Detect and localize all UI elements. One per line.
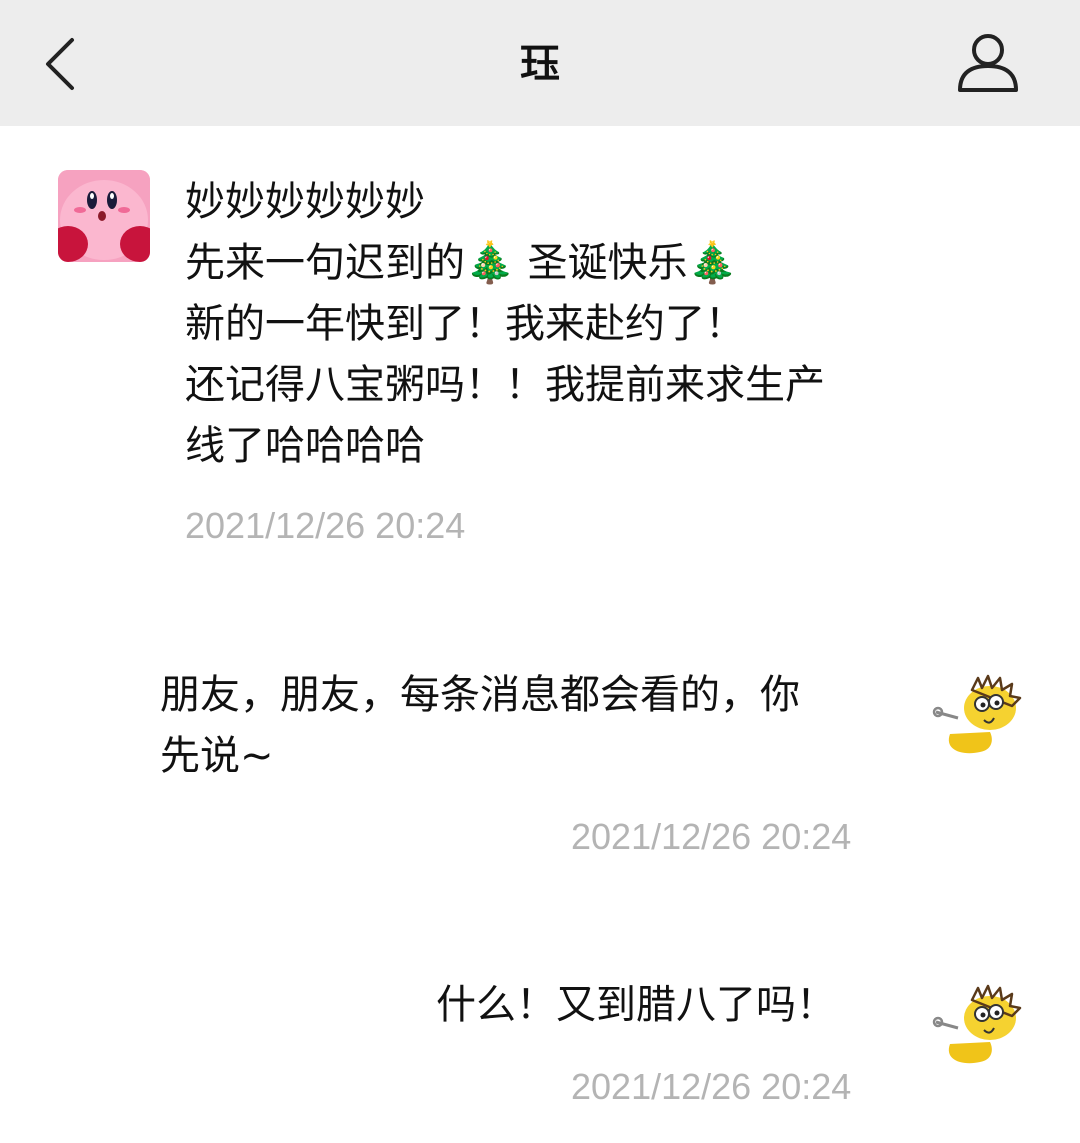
message-line: 先来一句迟到的🎄 圣诞快乐🎄 — [185, 240, 738, 286]
message-timestamp: 2021/12/26 20:24 — [571, 816, 852, 857]
message-line: 朋友，朋友，每条消息都会看的，你 — [160, 672, 800, 718]
avatar[interactable] — [932, 982, 1024, 1074]
message-timestamp: 2021/12/26 20:24 — [571, 1066, 852, 1107]
yellow-cartoon-avatar-icon — [932, 984, 1022, 1064]
message-line: 还记得八宝粥吗！！我提前来求生产 — [185, 362, 825, 408]
message-timestamp: 2021/12/26 20:24 — [185, 505, 466, 546]
message-line: 先说~ — [160, 733, 274, 779]
sender-name: 妙妙妙妙妙妙 — [185, 179, 425, 225]
person-icon — [958, 34, 1018, 92]
message-line: 线了哈哈哈哈 — [185, 423, 425, 469]
message-line: 什么！又到腊八了吗！ — [436, 982, 836, 1028]
page-title: 珏 — [520, 41, 560, 87]
pink-character-avatar-icon — [58, 170, 150, 262]
avatar[interactable] — [932, 672, 1024, 764]
profile-button[interactable] — [952, 28, 1024, 98]
message-line: 新的一年快到了！我来赴约了！ — [185, 301, 745, 347]
yellow-cartoon-avatar-icon — [932, 674, 1022, 754]
navigation-bar: 珏 — [0, 0, 1080, 126]
avatar[interactable] — [58, 170, 150, 262]
